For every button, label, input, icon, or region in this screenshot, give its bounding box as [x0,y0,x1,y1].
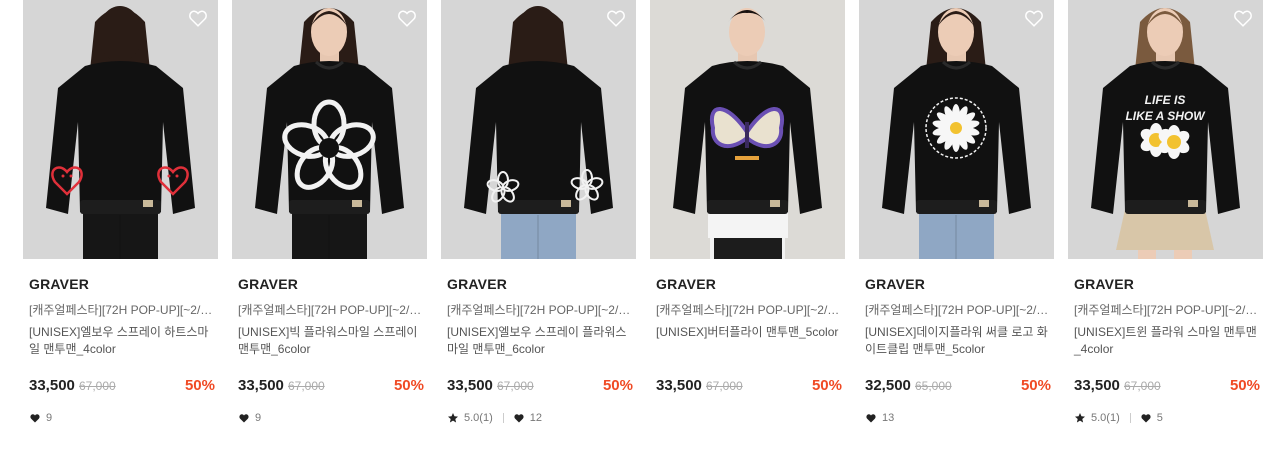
brand-name[interactable]: GRAVER [865,276,925,292]
promo-tag: [캐주얼페스타][72H POP-UP][~2/13... [865,303,1051,317]
wishlist-heart-icon[interactable] [605,7,627,29]
product-card[interactable]: LIFE IS LIKE A SHOW GRAVER [캐주얼페스타][72H POP… [1068,0,1263,458]
brand-name[interactable]: GRAVER [238,276,298,292]
product-image[interactable]: LIFE IS LIKE A SHOW [1068,0,1263,259]
brand-name[interactable]: GRAVER [656,276,716,292]
product-card[interactable]: GRAVER [캐주얼페스타][72H POP-UP][~2/13... [UNIS… [650,0,845,458]
svg-text:LIKE A SHOW: LIKE A SHOW [1125,109,1206,123]
sale-price: 33,500 [238,377,284,394]
brand-name[interactable]: GRAVER [447,276,507,292]
product-meta: 5.0(1) 12 [447,410,542,426]
product-photo-illustration [650,0,845,259]
meta-divider [1129,413,1131,423]
product-photo-illustration [859,0,1054,259]
sale-price: 33,500 [29,377,75,394]
like-count: 13 [882,412,895,424]
like-count: 9 [46,412,53,424]
product-image[interactable] [441,0,636,259]
heart-icon [513,412,525,424]
product-photo-illustration [441,0,636,259]
product-name[interactable]: [UNISEX]트윈 플라워 스마일 맨투맨_4color [1074,324,1260,358]
meta-divider [502,413,504,423]
wishlist-heart-icon[interactable] [187,7,209,29]
discount-rate: 50% [811,377,842,394]
product-name[interactable]: [UNISEX]엘보우 스프레이 하트스마일 맨투맨_4color [29,324,215,358]
promo-tag: [캐주얼페스타][72H POP-UP][~2/13... [447,303,633,317]
promo-tag: [캐주얼페스타][72H POP-UP][~2/13... [29,303,215,317]
product-name[interactable]: [UNISEX]데이지플라워 써클 로고 화이트클립 맨투맨_5color [865,324,1051,358]
wishlist-heart-icon[interactable] [396,7,418,29]
star-icon [447,412,459,424]
original-price: 67,000 [706,379,743,393]
rating-text: 5.0(1) [464,412,493,424]
sale-price: 33,500 [447,377,493,394]
promo-tag: [캐주얼페스타][72H POP-UP][~2/13... [656,303,842,317]
product-card[interactable]: GRAVER [캐주얼페스타][72H POP-UP][~2/13... [UNIS… [232,0,427,458]
product-card[interactable]: GRAVER [캐주얼페스타][72H POP-UP][~2/13... [UNIS… [859,0,1054,458]
sale-price: 32,500 [865,377,911,394]
original-price: 67,000 [79,379,116,393]
product-photo-illustration [23,0,218,259]
discount-rate: 50% [1229,377,1260,394]
original-price: 67,000 [288,379,325,393]
like-count: 12 [529,412,542,424]
heart-icon [865,412,877,424]
sale-price: 33,500 [656,377,702,394]
heart-icon [29,412,41,424]
rating-text: 5.0(1) [1091,412,1120,424]
discount-rate: 50% [602,377,633,394]
promo-tag: [캐주얼페스타][72H POP-UP][~2/13... [1074,303,1260,317]
original-price: 65,000 [915,379,952,393]
original-price: 67,000 [1124,379,1161,393]
like-count: 5 [1156,412,1163,424]
discount-rate: 50% [1020,377,1051,394]
product-image[interactable] [23,0,218,259]
product-image[interactable] [650,0,845,259]
product-name[interactable]: [UNISEX]빅 플라워스마일 스프레이 맨투맨_6color [238,324,424,358]
product-photo-illustration [232,0,427,259]
product-photo-illustration: LIFE IS LIKE A SHOW [1068,0,1263,259]
product-meta: 9 [238,410,261,426]
brand-name[interactable]: GRAVER [1074,276,1134,292]
product-image[interactable] [232,0,427,259]
wishlist-heart-icon[interactable] [1023,7,1045,29]
product-image[interactable] [859,0,1054,259]
product-meta: 9 [29,410,52,426]
promo-tag: [캐주얼페스타][72H POP-UP][~2/13... [238,303,424,317]
brand-name[interactable]: GRAVER [29,276,89,292]
product-name[interactable]: [UNISEX]버터플라이 맨투맨_5color [656,324,842,341]
svg-text:LIFE IS: LIFE IS [1145,93,1186,107]
product-card[interactable]: GRAVER [캐주얼페스타][72H POP-UP][~2/13... [UNIS… [441,0,636,458]
heart-icon [1140,412,1152,424]
original-price: 67,000 [497,379,534,393]
like-count: 9 [255,412,262,424]
product-card[interactable]: GRAVER [캐주얼페스타][72H POP-UP][~2/13... [UNIS… [23,0,218,458]
product-meta: 5.0(1) 5 [1074,410,1163,426]
product-name[interactable]: [UNISEX]엘보우 스프레이 플라워스마일 맨투맨_6color [447,324,633,358]
product-grid: GRAVER [캐주얼페스타][72H POP-UP][~2/13... [UNIS… [0,0,1266,458]
sale-price: 33,500 [1074,377,1120,394]
wishlist-heart-icon[interactable] [1232,7,1254,29]
heart-icon [238,412,250,424]
product-meta: 13 [865,410,894,426]
discount-rate: 50% [393,377,424,394]
star-icon [1074,412,1086,424]
discount-rate: 50% [184,377,215,394]
